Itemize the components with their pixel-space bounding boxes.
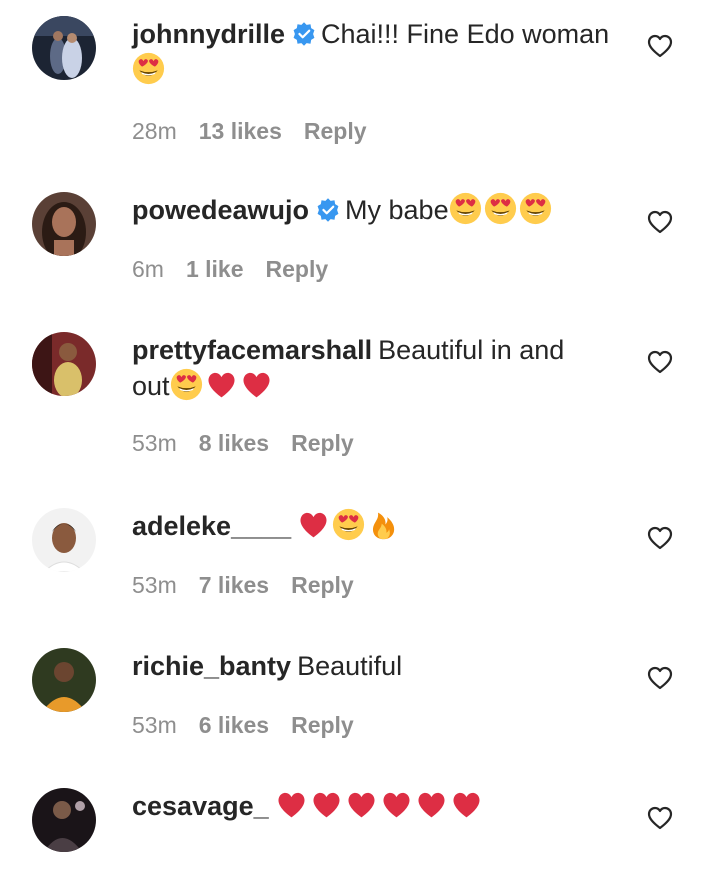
comment-body: richie_banty Beautiful bbox=[132, 648, 632, 684]
comment-time: 28m bbox=[132, 118, 177, 144]
heart-eyes-emoji-icon bbox=[132, 52, 165, 85]
reply-button[interactable]: Reply bbox=[291, 430, 354, 456]
red-heart-emoji-icon bbox=[297, 508, 330, 541]
heart-eyes-emoji-icon bbox=[484, 192, 517, 225]
comment-time: 53m bbox=[132, 572, 177, 598]
comment-text: Chai!!! Fine Edo woman bbox=[321, 19, 610, 49]
comment-time: 53m bbox=[132, 712, 177, 738]
red-heart-emoji-icon bbox=[275, 788, 308, 821]
comment-text-block: powedeawujo My babe bbox=[132, 192, 632, 228]
comment-username[interactable]: cesavage_ bbox=[132, 791, 269, 821]
comment-meta: 53m 6 likes Reply bbox=[132, 712, 376, 739]
like-heart-icon[interactable] bbox=[646, 664, 674, 692]
red-heart-emoji-icon bbox=[345, 788, 378, 821]
comment-text-block: prettyfacemarshall Beautiful in and out bbox=[132, 332, 632, 404]
like-heart-icon[interactable] bbox=[646, 348, 674, 376]
comment-body: johnnydrille Chai!!! Fine Edo woman bbox=[132, 16, 632, 88]
comment-likes[interactable]: 1 like bbox=[186, 256, 244, 282]
comment-meta: 6m 1 like Reply bbox=[132, 256, 350, 283]
verified-badge-icon bbox=[291, 21, 317, 47]
comment-text-block: richie_banty Beautiful bbox=[132, 648, 632, 684]
comment-body: cesavage_ bbox=[132, 788, 632, 824]
heart-eyes-emoji-icon bbox=[519, 192, 552, 225]
reply-button[interactable]: Reply bbox=[304, 118, 367, 144]
comment-text-block: cesavage_ bbox=[132, 788, 632, 824]
red-heart-emoji-icon bbox=[450, 788, 483, 821]
comment-username[interactable]: richie_banty bbox=[132, 651, 291, 681]
avatar[interactable] bbox=[32, 788, 96, 852]
comment-body: prettyfacemarshall Beautiful in and out bbox=[132, 332, 632, 404]
comment-likes[interactable]: 8 likes bbox=[199, 430, 269, 456]
red-heart-emoji-icon bbox=[415, 788, 448, 821]
reply-button[interactable]: Reply bbox=[266, 256, 329, 282]
red-heart-emoji-icon bbox=[380, 788, 413, 821]
red-heart-emoji-icon bbox=[205, 368, 238, 401]
comment-text: Beautiful in and bbox=[378, 335, 565, 365]
comment-meta: 53m 7 likes Reply bbox=[132, 572, 376, 599]
red-heart-emoji-icon bbox=[310, 788, 343, 821]
comment-text-block: johnnydrille Chai!!! Fine Edo woman bbox=[132, 16, 632, 88]
like-heart-icon[interactable] bbox=[646, 32, 674, 60]
comment-text-block: adeleke____ bbox=[132, 508, 632, 544]
comment-text: My babe bbox=[345, 195, 449, 225]
like-heart-icon[interactable] bbox=[646, 208, 674, 236]
reply-button[interactable]: Reply bbox=[291, 712, 354, 738]
avatar[interactable] bbox=[32, 16, 96, 80]
comment-body: powedeawujo My babe bbox=[132, 192, 632, 228]
comment-username[interactable]: adeleke____ bbox=[132, 511, 291, 541]
avatar[interactable] bbox=[32, 648, 96, 712]
avatar[interactable] bbox=[32, 192, 96, 256]
comment-text: Beautiful bbox=[297, 651, 403, 681]
comment-username[interactable]: johnnydrille bbox=[132, 19, 285, 49]
reply-button[interactable]: Reply bbox=[291, 572, 354, 598]
comment-meta: 28m 13 likes Reply bbox=[132, 118, 389, 145]
verified-badge-icon bbox=[315, 197, 341, 223]
comment-meta: 53m 8 likes Reply bbox=[132, 430, 376, 457]
comment-username[interactable]: prettyfacemarshall bbox=[132, 335, 372, 365]
red-heart-emoji-icon bbox=[240, 368, 273, 401]
like-heart-icon[interactable] bbox=[646, 804, 674, 832]
fire-emoji-icon bbox=[367, 508, 400, 541]
comment-time: 6m bbox=[132, 256, 164, 282]
comment-text-continued: out bbox=[132, 371, 170, 401]
heart-eyes-emoji-icon bbox=[332, 508, 365, 541]
comment-time: 53m bbox=[132, 430, 177, 456]
avatar[interactable] bbox=[32, 332, 96, 396]
comment-likes[interactable]: 6 likes bbox=[199, 712, 269, 738]
heart-eyes-emoji-icon bbox=[449, 192, 482, 225]
comment-likes[interactable]: 7 likes bbox=[199, 572, 269, 598]
heart-eyes-emoji-icon bbox=[170, 368, 203, 401]
like-heart-icon[interactable] bbox=[646, 524, 674, 552]
comment-body: adeleke____ bbox=[132, 508, 632, 544]
comment-likes[interactable]: 13 likes bbox=[199, 118, 282, 144]
avatar[interactable] bbox=[32, 508, 96, 572]
comment-username[interactable]: powedeawujo bbox=[132, 195, 309, 225]
